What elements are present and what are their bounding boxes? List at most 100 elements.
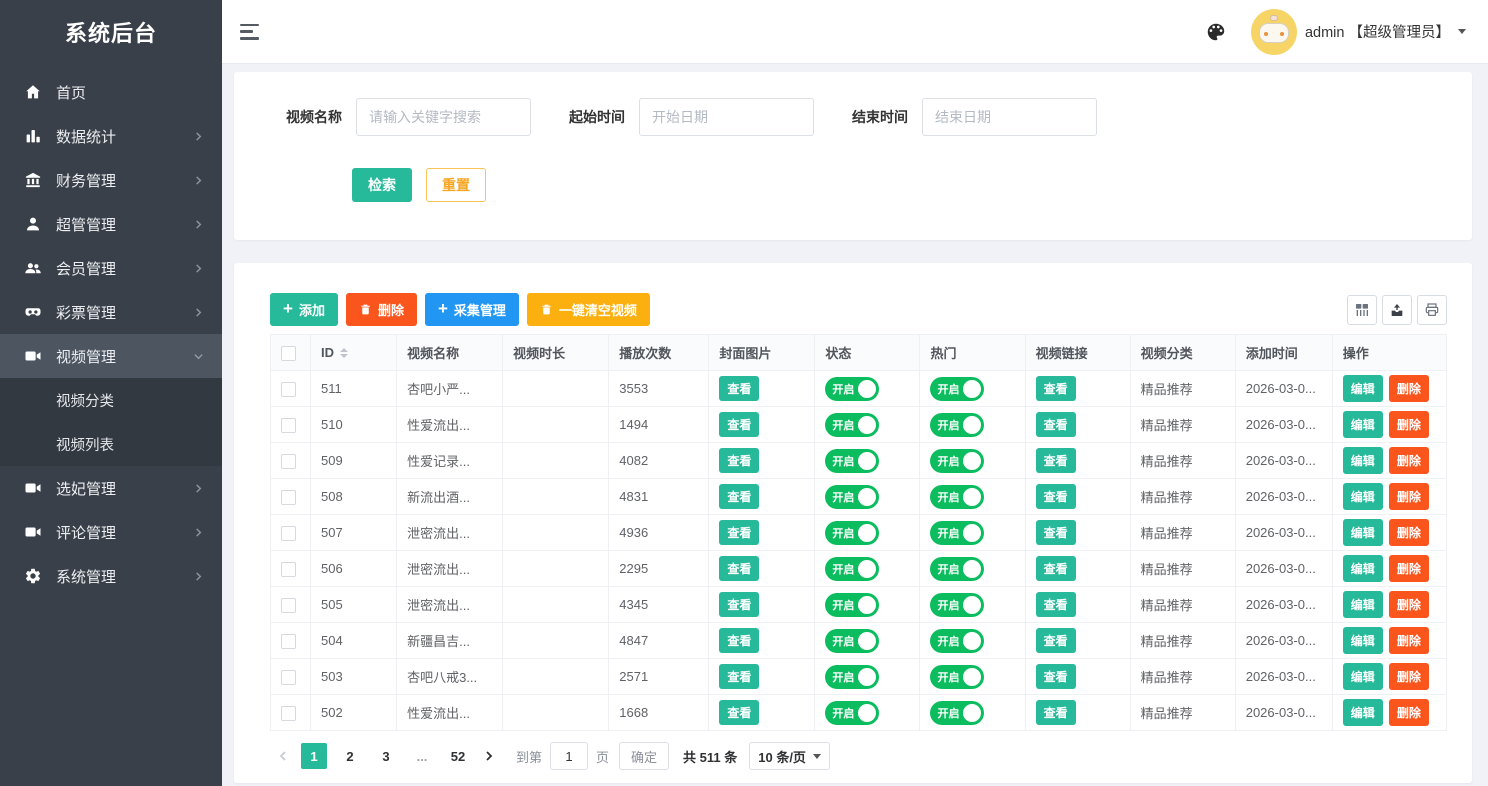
cover-view-badge[interactable]: 查看 xyxy=(719,592,759,617)
link-view-badge[interactable]: 查看 xyxy=(1036,520,1076,545)
keyword-input[interactable] xyxy=(356,98,531,136)
status-toggle[interactable]: 开启 xyxy=(825,557,879,581)
cover-view-badge[interactable]: 查看 xyxy=(719,556,759,581)
cover-view-badge[interactable]: 查看 xyxy=(719,448,759,473)
page-button[interactable]: 1 xyxy=(301,743,327,769)
end-date-input[interactable] xyxy=(922,98,1097,136)
cover-view-badge[interactable]: 查看 xyxy=(719,628,759,653)
link-view-badge[interactable]: 查看 xyxy=(1036,376,1076,401)
hot-toggle[interactable]: 开启 xyxy=(930,593,984,617)
page-button[interactable]: 3 xyxy=(373,743,399,769)
page-button[interactable]: 2 xyxy=(337,743,363,769)
collect-manage-button[interactable]: + 采集管理 xyxy=(425,293,519,326)
status-toggle[interactable]: 开启 xyxy=(825,377,879,401)
export-icon[interactable] xyxy=(1382,295,1412,325)
page-button[interactable]: 52 xyxy=(445,743,471,769)
edit-button[interactable]: 编辑 xyxy=(1343,555,1383,582)
row-checkbox[interactable] xyxy=(281,670,296,685)
cover-view-badge[interactable]: 查看 xyxy=(719,484,759,509)
next-page-icon[interactable] xyxy=(476,743,502,769)
status-toggle[interactable]: 开启 xyxy=(825,593,879,617)
link-view-badge[interactable]: 查看 xyxy=(1036,484,1076,509)
edit-button[interactable]: 编辑 xyxy=(1343,447,1383,474)
sidebar-subitem-video-category[interactable]: 视频分类 xyxy=(0,378,222,422)
admin-menu[interactable]: admin 【超级管理员】 xyxy=(1243,9,1466,55)
hot-toggle[interactable]: 开启 xyxy=(930,449,984,473)
edit-button[interactable]: 编辑 xyxy=(1343,483,1383,510)
print-icon[interactable] xyxy=(1417,295,1447,325)
menu-icon[interactable] xyxy=(240,24,260,40)
status-toggle[interactable]: 开启 xyxy=(825,449,879,473)
cover-view-badge[interactable]: 查看 xyxy=(719,664,759,689)
prev-page-icon[interactable] xyxy=(270,743,296,769)
delete-row-button[interactable]: 删除 xyxy=(1389,663,1429,690)
delete-row-button[interactable]: 删除 xyxy=(1389,375,1429,402)
hot-toggle[interactable]: 开启 xyxy=(930,557,984,581)
cover-view-badge[interactable]: 查看 xyxy=(719,412,759,437)
status-toggle[interactable]: 开启 xyxy=(825,413,879,437)
cover-view-badge[interactable]: 查看 xyxy=(719,376,759,401)
delete-row-button[interactable]: 删除 xyxy=(1389,699,1429,726)
edit-button[interactable]: 编辑 xyxy=(1343,663,1383,690)
start-date-input[interactable] xyxy=(639,98,814,136)
delete-row-button[interactable]: 删除 xyxy=(1389,411,1429,438)
sidebar-item-lottery[interactable]: 彩票管理 xyxy=(0,290,222,334)
cover-view-badge[interactable]: 查看 xyxy=(719,700,759,725)
link-view-badge[interactable]: 查看 xyxy=(1036,412,1076,437)
row-checkbox[interactable] xyxy=(281,382,296,397)
link-view-badge[interactable]: 查看 xyxy=(1036,556,1076,581)
row-checkbox[interactable] xyxy=(281,562,296,577)
row-checkbox[interactable] xyxy=(281,706,296,721)
link-view-badge[interactable]: 查看 xyxy=(1036,448,1076,473)
status-toggle[interactable]: 开启 xyxy=(825,629,879,653)
row-checkbox[interactable] xyxy=(281,526,296,541)
jump-confirm-button[interactable]: 确定 xyxy=(619,742,669,770)
sidebar-item-stats[interactable]: 数据统计 xyxy=(0,114,222,158)
search-button[interactable]: 检索 xyxy=(352,168,412,202)
row-checkbox[interactable] xyxy=(281,598,296,613)
edit-button[interactable]: 编辑 xyxy=(1343,699,1383,726)
hot-toggle[interactable]: 开启 xyxy=(930,377,984,401)
sort-icon[interactable] xyxy=(340,348,348,358)
sidebar-item-superadmin[interactable]: 超管管理 xyxy=(0,202,222,246)
delete-row-button[interactable]: 删除 xyxy=(1389,447,1429,474)
reset-button[interactable]: 重置 xyxy=(426,168,486,202)
hot-toggle[interactable]: 开启 xyxy=(930,629,984,653)
columns-icon[interactable] xyxy=(1347,295,1377,325)
edit-button[interactable]: 编辑 xyxy=(1343,591,1383,618)
row-checkbox[interactable] xyxy=(281,418,296,433)
sidebar-item-home[interactable]: 首页 xyxy=(0,70,222,114)
delete-button[interactable]: 删除 xyxy=(346,293,417,326)
status-toggle[interactable]: 开启 xyxy=(825,521,879,545)
hot-toggle[interactable]: 开启 xyxy=(930,701,984,725)
link-view-badge[interactable]: 查看 xyxy=(1036,664,1076,689)
sidebar-item-concubine[interactable]: 选妃管理 xyxy=(0,466,222,510)
clear-all-videos-button[interactable]: 一键清空视频 xyxy=(527,293,650,326)
sidebar-subitem-video-list[interactable]: 视频列表 xyxy=(0,422,222,466)
row-checkbox[interactable] xyxy=(281,454,296,469)
sidebar-item-system[interactable]: 系统管理 xyxy=(0,554,222,598)
sidebar-item-members[interactable]: 会员管理 xyxy=(0,246,222,290)
status-toggle[interactable]: 开启 xyxy=(825,665,879,689)
edit-button[interactable]: 编辑 xyxy=(1343,375,1383,402)
theme-palette-icon[interactable] xyxy=(1203,19,1229,45)
sidebar-item-finance[interactable]: 财务管理 xyxy=(0,158,222,202)
edit-button[interactable]: 编辑 xyxy=(1343,411,1383,438)
select-all-checkbox[interactable] xyxy=(281,346,296,361)
hot-toggle[interactable]: 开启 xyxy=(930,413,984,437)
add-button[interactable]: + 添加 xyxy=(270,293,338,326)
hot-toggle[interactable]: 开启 xyxy=(930,665,984,689)
delete-row-button[interactable]: 删除 xyxy=(1389,483,1429,510)
sidebar-item-video[interactable]: 视频管理 xyxy=(0,334,222,378)
delete-row-button[interactable]: 删除 xyxy=(1389,591,1429,618)
jump-page-input[interactable] xyxy=(550,742,588,770)
row-checkbox[interactable] xyxy=(281,490,296,505)
delete-row-button[interactable]: 删除 xyxy=(1389,519,1429,546)
delete-row-button[interactable]: 删除 xyxy=(1389,555,1429,582)
link-view-badge[interactable]: 查看 xyxy=(1036,628,1076,653)
page-size-select[interactable]: 10 条/页 xyxy=(749,742,830,770)
cover-view-badge[interactable]: 查看 xyxy=(719,520,759,545)
status-toggle[interactable]: 开启 xyxy=(825,485,879,509)
link-view-badge[interactable]: 查看 xyxy=(1036,592,1076,617)
link-view-badge[interactable]: 查看 xyxy=(1036,700,1076,725)
